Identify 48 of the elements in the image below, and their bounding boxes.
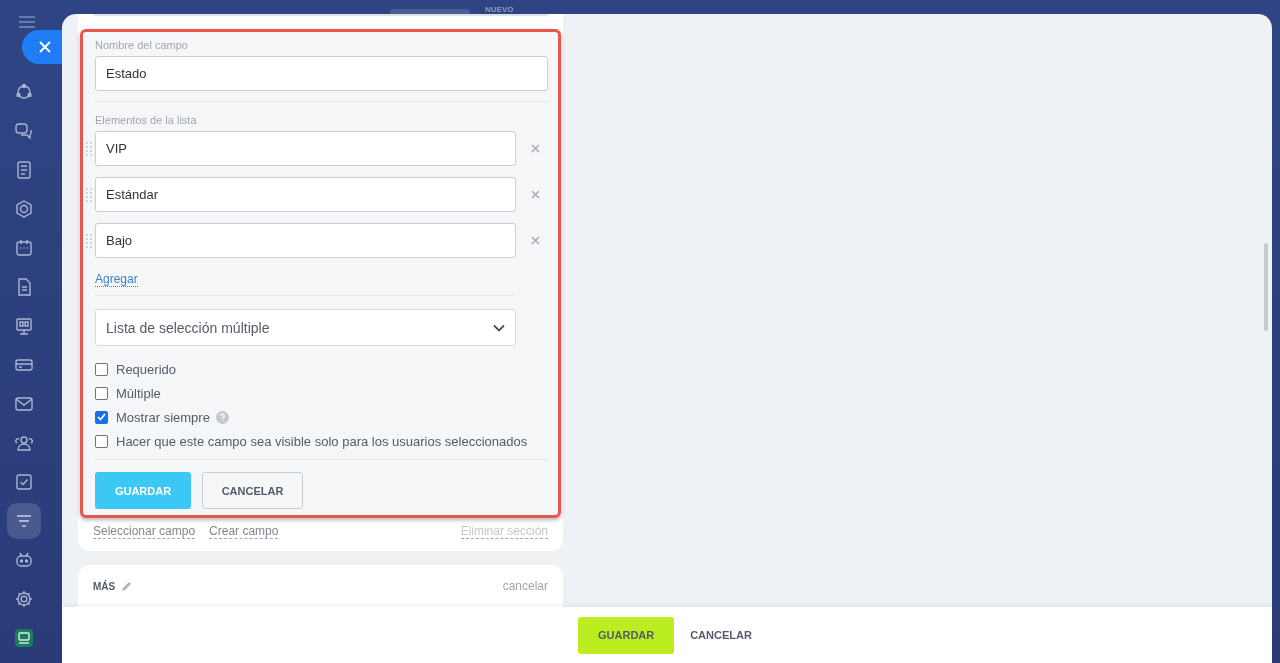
list-item-field[interactable]: Bajo bbox=[95, 223, 516, 258]
save-button[interactable]: GUARDAR bbox=[578, 616, 675, 654]
close-icon[interactable] bbox=[531, 236, 540, 245]
close-icon[interactable] bbox=[531, 190, 540, 199]
field-label: Nombre del campo bbox=[95, 39, 189, 51]
sidebar-item[interactable] bbox=[7, 503, 41, 539]
checkbox-label[interactable]: Mostrar siempre bbox=[116, 409, 210, 425]
chevron-down-icon bbox=[493, 323, 505, 332]
checkbox-label[interactable]: Requerido bbox=[116, 361, 176, 377]
drag-handle-icon[interactable] bbox=[86, 141, 92, 156]
close-button[interactable] bbox=[22, 30, 64, 64]
checkbox[interactable] bbox=[95, 434, 108, 448]
drag-handle-icon[interactable] bbox=[86, 233, 92, 248]
people-icon bbox=[14, 433, 34, 453]
cancel-button[interactable]: CANCELAR bbox=[686, 625, 756, 645]
close-icon bbox=[39, 41, 51, 53]
gear-icon bbox=[14, 589, 34, 609]
scrollbar[interactable] bbox=[1264, 243, 1268, 331]
pencil-icon[interactable] bbox=[121, 580, 133, 592]
type-dropdown[interactable]: Lista de selección múltiple bbox=[95, 309, 516, 346]
checkbox[interactable] bbox=[95, 386, 108, 400]
mail-icon bbox=[14, 394, 34, 414]
section-link[interactable]: Crear campo bbox=[209, 524, 279, 539]
close-icon[interactable] bbox=[531, 144, 540, 153]
checkbox-label[interactable]: Múltiple bbox=[116, 385, 161, 401]
app-icon bbox=[14, 628, 34, 648]
new-label: NUEVO bbox=[485, 5, 514, 14]
add-link[interactable]: Agregar bbox=[95, 272, 138, 287]
task-icon bbox=[14, 472, 34, 492]
sync-icon bbox=[14, 82, 34, 102]
list-item-field[interactable]: Estándar bbox=[95, 177, 516, 212]
section-link[interactable]: Seleccionar campo bbox=[93, 524, 196, 539]
checkbox[interactable] bbox=[95, 410, 108, 424]
section-title: MÁS bbox=[93, 580, 116, 592]
list-label: Elementos de la lista bbox=[95, 114, 198, 126]
cancel-button[interactable]: CANCELAR bbox=[202, 472, 303, 509]
robot-icon bbox=[14, 550, 34, 570]
calendar-icon bbox=[14, 238, 34, 258]
board-icon bbox=[14, 316, 34, 336]
news-icon bbox=[14, 160, 34, 180]
list-item-field[interactable]: VIP bbox=[95, 131, 516, 166]
chat-icon bbox=[14, 121, 34, 141]
name-field[interactable]: Estado bbox=[95, 56, 548, 91]
drag-handle-icon[interactable] bbox=[86, 187, 92, 202]
checkbox-label[interactable]: Hacer que este campo sea visible solo para los usuarios seleccionados bbox=[116, 433, 528, 449]
menu-icon[interactable] bbox=[19, 16, 35, 28]
checkbox[interactable] bbox=[95, 362, 108, 376]
hexagon-icon bbox=[14, 199, 34, 219]
